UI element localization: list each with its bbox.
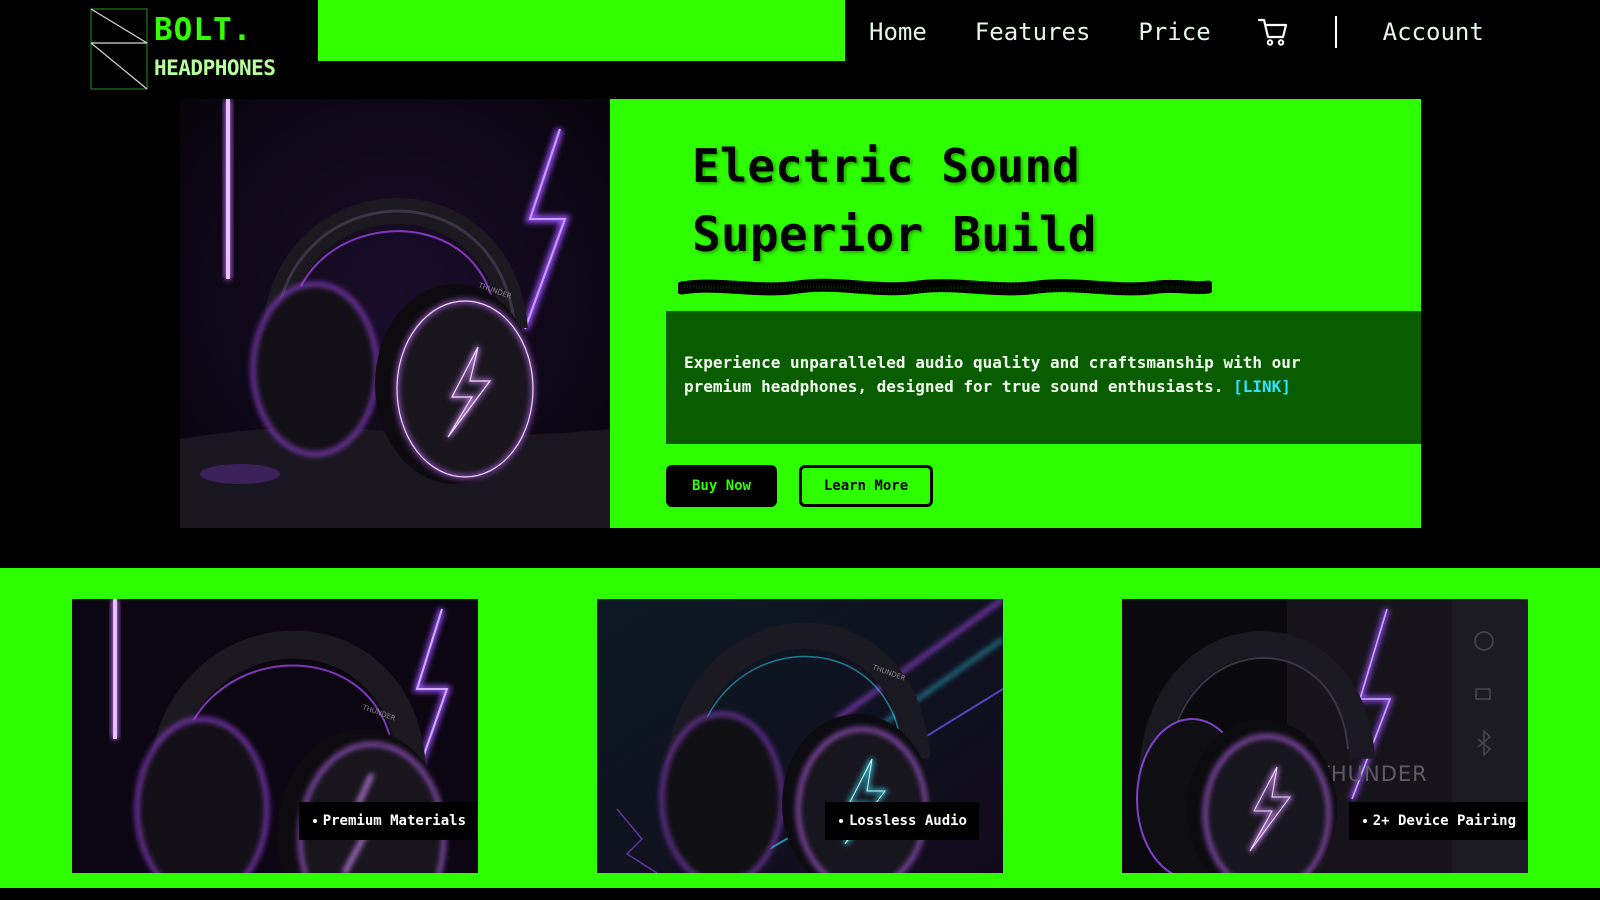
hero-description: Experience unparalleled audio quality an… bbox=[684, 351, 1324, 399]
feature-label-text: Lossless Audio bbox=[848, 813, 967, 829]
brand-subtitle: HEADPHONES bbox=[154, 56, 276, 80]
bullet-icon bbox=[312, 819, 317, 823]
feature-card-lossless-audio[interactable]: THUNDER Lossless Audio bbox=[597, 599, 1003, 873]
feature-card-premium-materials[interactable]: THUNDER Premium Materials bbox=[72, 599, 478, 873]
logo-mark-icon bbox=[90, 8, 148, 90]
features-section: THUNDER Premium Materials THUNDER Lossle… bbox=[0, 568, 1600, 888]
buy-now-button[interactable]: Buy Now bbox=[666, 465, 777, 507]
hero-description-text: Experience unparalleled audio quality an… bbox=[684, 353, 1301, 396]
feature-label-device-pairing: 2+ Device Pairing bbox=[1348, 802, 1528, 840]
feature-label-text: 2+ Device Pairing bbox=[1372, 813, 1516, 829]
bullet-icon bbox=[1362, 819, 1367, 823]
hero-product-image: THUNDER bbox=[180, 99, 610, 528]
brand-logo[interactable]: BOLT. HEADPHONES bbox=[90, 8, 300, 92]
nav-home[interactable]: Home bbox=[869, 18, 927, 46]
bullet-icon bbox=[838, 819, 843, 823]
hero-subtitle: Superior Build bbox=[692, 207, 1097, 263]
nav-account[interactable]: Account bbox=[1383, 18, 1484, 46]
brand-name: BOLT. bbox=[154, 12, 253, 48]
feature-card-device-pairing[interactable]: THUNDER 2+ Device Pairing bbox=[1122, 599, 1528, 873]
description-link[interactable]: [LINK] bbox=[1233, 377, 1291, 396]
nav-divider bbox=[1334, 16, 1337, 48]
main-nav: Home Features Price Account bbox=[869, 12, 1484, 52]
hero-panel: Electric Sound Superior Build Experience… bbox=[610, 99, 1421, 528]
nav-features[interactable]: Features bbox=[975, 18, 1091, 46]
nav-price[interactable]: Price bbox=[1138, 18, 1210, 46]
feature-label-text: Premium Materials bbox=[322, 813, 466, 829]
shopping-cart-icon[interactable] bbox=[1257, 15, 1291, 49]
feature-label-premium-materials: Premium Materials bbox=[298, 802, 478, 840]
learn-more-button[interactable]: Learn More bbox=[799, 465, 933, 507]
hero-title: Electric Sound bbox=[692, 139, 1080, 193]
feature-label-lossless-audio: Lossless Audio bbox=[824, 802, 979, 840]
hero-description-box: Experience unparalleled audio quality an… bbox=[666, 311, 1421, 444]
scribble-underline bbox=[678, 278, 1212, 296]
header-accent-bar bbox=[318, 0, 845, 61]
